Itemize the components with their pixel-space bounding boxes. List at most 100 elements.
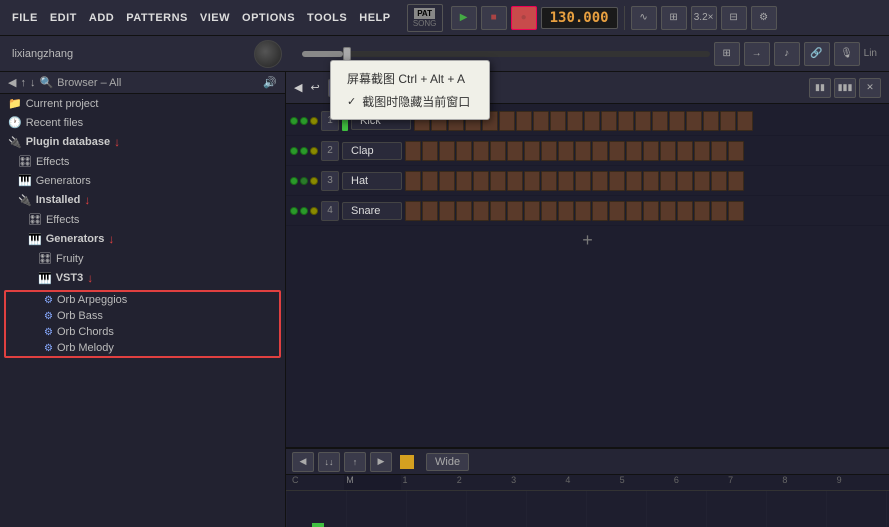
- snare-pad-13[interactable]: [609, 201, 625, 221]
- clap-pad-9[interactable]: [541, 141, 557, 161]
- snare-pad-4[interactable]: [456, 201, 472, 221]
- clap-pad-12[interactable]: [592, 141, 608, 161]
- snare-pad-1[interactable]: [405, 201, 421, 221]
- hat-pad-10[interactable]: [558, 171, 574, 191]
- snare-pad-17[interactable]: [677, 201, 693, 221]
- down-icon[interactable]: ↓: [30, 77, 36, 89]
- hide-window-option[interactable]: ✓ 截图时隐藏当前窗口: [341, 90, 479, 113]
- clap-dot2[interactable]: [300, 147, 308, 155]
- clap-pad-16[interactable]: [660, 141, 676, 161]
- clap-pad-5[interactable]: [473, 141, 489, 161]
- kick-pad-12[interactable]: [601, 111, 617, 131]
- sidebar-item-fruity[interactable]: 🎛 Fruity: [0, 249, 285, 268]
- sidebar-item-generators[interactable]: 🎹 Generators: [0, 171, 285, 190]
- grid-btn[interactable]: ⊟: [721, 6, 747, 30]
- kick-pad-15[interactable]: [652, 111, 668, 131]
- rack-bar-small[interactable]: ▮▮: [809, 78, 831, 98]
- snare-name[interactable]: Snare: [342, 202, 402, 220]
- bt-up[interactable]: ↑: [344, 452, 366, 472]
- vst3-item-orb-melody[interactable]: ⚙ Orb Melody: [6, 340, 279, 356]
- kick-pad-11[interactable]: [584, 111, 600, 131]
- prev-rack-btn[interactable]: ◀: [294, 81, 302, 94]
- clap-pad-3[interactable]: [439, 141, 455, 161]
- hat-dot2[interactable]: [300, 177, 308, 185]
- bt-down[interactable]: ↓↓: [318, 452, 340, 472]
- clap-pad-1[interactable]: [405, 141, 421, 161]
- hat-pad-15[interactable]: [643, 171, 659, 191]
- hat-pad-20[interactable]: [728, 171, 744, 191]
- kick-pad-8[interactable]: [533, 111, 549, 131]
- mixer-btn[interactable]: ⊞: [661, 6, 687, 30]
- snare-pad-10[interactable]: [558, 201, 574, 221]
- clap-pad-20[interactable]: [728, 141, 744, 161]
- hat-pad-14[interactable]: [626, 171, 642, 191]
- hat-pad-3[interactable]: [439, 171, 455, 191]
- clap-pad-15[interactable]: [643, 141, 659, 161]
- snare-pad-7[interactable]: [507, 201, 523, 221]
- kick-pad-20[interactable]: [737, 111, 753, 131]
- bpm-display[interactable]: 130.000: [541, 7, 618, 29]
- hat-pad-8[interactable]: [524, 171, 540, 191]
- sidebar-item-plugin-database[interactable]: 🔌 Plugin database ↓: [0, 132, 285, 152]
- fx-btn[interactable]: 🎙: [834, 42, 860, 66]
- note-btn[interactable]: ♪: [774, 42, 800, 66]
- stop-button[interactable]: ■: [481, 6, 507, 30]
- menu-help[interactable]: HELP: [353, 8, 396, 28]
- menu-edit[interactable]: EDIT: [44, 8, 83, 28]
- kick-dot1[interactable]: [290, 117, 298, 125]
- vst3-item-orb-bass[interactable]: ⚙ Orb Bass: [6, 308, 279, 324]
- speaker-icon[interactable]: 🔊: [263, 76, 277, 89]
- hat-pad-5[interactable]: [473, 171, 489, 191]
- menu-view[interactable]: VIEW: [194, 8, 236, 28]
- record-button[interactable]: ●: [511, 6, 537, 30]
- settings-btn[interactable]: ⚙: [751, 6, 777, 30]
- hat-pad-11[interactable]: [575, 171, 591, 191]
- hat-pad-9[interactable]: [541, 171, 557, 191]
- vst3-item-orb-arpeggios[interactable]: ⚙ Orb Arpeggios: [6, 292, 279, 308]
- snare-pad-3[interactable]: [439, 201, 455, 221]
- clap-pad-2[interactable]: [422, 141, 438, 161]
- sidebar-item-current-project[interactable]: 📁 Current project: [0, 94, 285, 113]
- menu-add[interactable]: ADD: [83, 8, 120, 28]
- hat-pad-1[interactable]: [405, 171, 421, 191]
- kick-pad-19[interactable]: [720, 111, 736, 131]
- clap-pad-6[interactable]: [490, 141, 506, 161]
- clap-pad-10[interactable]: [558, 141, 574, 161]
- snare-pad-9[interactable]: [541, 201, 557, 221]
- hat-pad-12[interactable]: [592, 171, 608, 191]
- clap-pad-8[interactable]: [524, 141, 540, 161]
- hat-name[interactable]: Hat: [342, 172, 402, 190]
- rack-bar-large[interactable]: ▮▮▮: [834, 78, 856, 98]
- sidebar-item-installed-generators[interactable]: 🎹 Generators ↓: [0, 229, 285, 249]
- kick-dot2[interactable]: [300, 117, 308, 125]
- clap-pad-18[interactable]: [694, 141, 710, 161]
- hat-dot1[interactable]: [290, 177, 298, 185]
- sidebar-item-installed-effects[interactable]: 🎛 Effects: [0, 210, 285, 229]
- play-button[interactable]: ▶: [451, 6, 477, 30]
- snare-pad-11[interactable]: [575, 201, 591, 221]
- clap-pad-19[interactable]: [711, 141, 727, 161]
- sidebar-item-vst3[interactable]: 🎹 VST3 ↓: [0, 268, 285, 288]
- hat-dot3[interactable]: [310, 177, 318, 185]
- hat-pad-19[interactable]: [711, 171, 727, 191]
- sidebar-item-effects[interactable]: 🎛 Effects: [0, 152, 285, 171]
- kick-dot3[interactable]: [310, 117, 318, 125]
- kick-pad-18[interactable]: [703, 111, 719, 131]
- clap-pad-11[interactable]: [575, 141, 591, 161]
- snare-pad-20[interactable]: [728, 201, 744, 221]
- hat-pad-4[interactable]: [456, 171, 472, 191]
- snare-pad-15[interactable]: [643, 201, 659, 221]
- clap-pad-7[interactable]: [507, 141, 523, 161]
- snare-pad-16[interactable]: [660, 201, 676, 221]
- snare-pad-18[interactable]: [694, 201, 710, 221]
- volume-knob[interactable]: [254, 40, 282, 68]
- bt-prev[interactable]: ◀: [292, 452, 314, 472]
- screenshot-option[interactable]: 屏幕截图 Ctrl + Alt + A: [341, 72, 479, 90]
- clap-name[interactable]: Clap: [342, 142, 402, 160]
- sidebar-item-recent-files[interactable]: 🕐 Recent files: [0, 113, 285, 132]
- hat-pad-17[interactable]: [677, 171, 693, 191]
- snare-pad-19[interactable]: [711, 201, 727, 221]
- snare-pad-2[interactable]: [422, 201, 438, 221]
- kick-pad-14[interactable]: [635, 111, 651, 131]
- add-channel-button[interactable]: +: [286, 226, 889, 254]
